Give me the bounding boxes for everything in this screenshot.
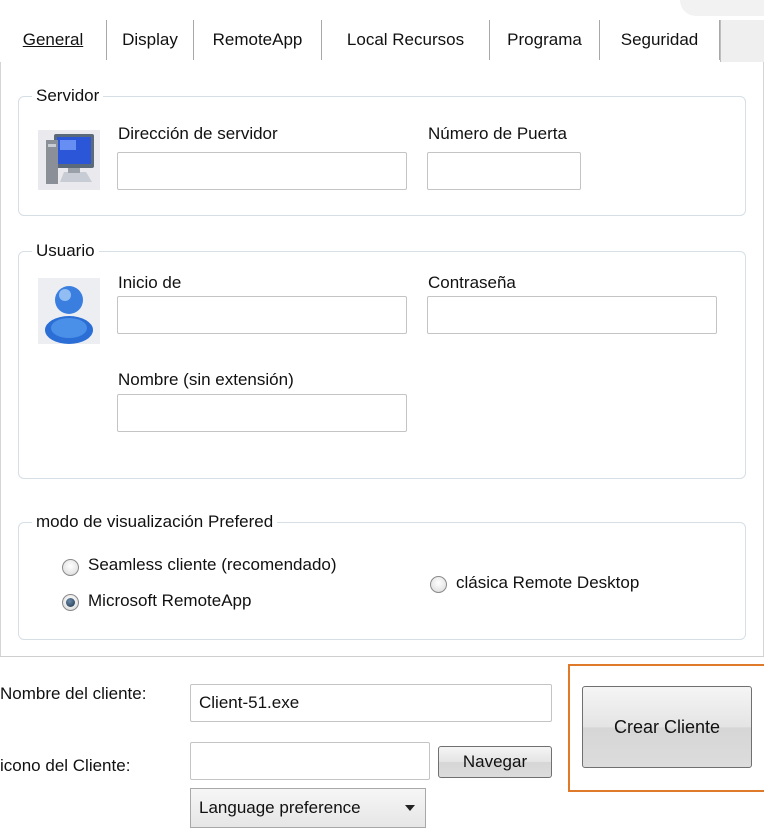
browse-button[interactable]: Navegar (438, 746, 552, 778)
client-name-label: Nombre del cliente: (0, 684, 147, 703)
user-icon (38, 278, 100, 344)
window-corner (680, 0, 764, 16)
language-select-value: Language preference (199, 798, 361, 817)
tab-programa[interactable]: Programa (490, 20, 600, 60)
tab-general[interactable]: General (0, 20, 107, 60)
tab-bar: General Display RemoteApp Local Recursos… (0, 0, 764, 62)
radio-remote-desktop-label[interactable]: clásica Remote Desktop (456, 573, 639, 593)
servidor-group-title: Servidor (32, 86, 104, 106)
display-mode-group-title: modo de visualización Prefered (32, 512, 278, 532)
computer-monitor-icon (38, 130, 100, 190)
panel-border-left (0, 62, 1, 657)
panel-border-bottom (0, 656, 764, 657)
server-address-input[interactable] (117, 152, 407, 190)
client-name-input[interactable]: Client-51.exe (190, 684, 552, 722)
port-label: Número de Puerta (428, 124, 567, 143)
radio-remote-desktop[interactable] (430, 576, 447, 593)
radio-remoteapp[interactable] (62, 594, 79, 611)
server-address-label: Dirección de servidor (118, 124, 278, 143)
radio-remoteapp-label[interactable]: Microsoft RemoteApp (88, 591, 251, 611)
tab-local-recursos[interactable]: Local Recursos (322, 20, 490, 60)
tab-remoteapp[interactable]: RemoteApp (194, 20, 322, 60)
login-input[interactable] (117, 296, 407, 334)
tab-seguridad[interactable]: Seguridad (600, 20, 720, 60)
password-label: Contraseña (428, 273, 516, 292)
user-name-input[interactable] (117, 394, 407, 432)
usuario-group-title: Usuario (32, 241, 99, 261)
create-client-button[interactable]: Crear Cliente (582, 686, 752, 768)
password-input[interactable] (427, 296, 717, 334)
user-name-label: Nombre (sin extensión) (118, 370, 294, 389)
language-select[interactable]: Language preference (190, 788, 426, 828)
client-icon-label: icono del Cliente: (0, 756, 131, 775)
tab-strip-empty (720, 20, 764, 62)
login-label: Inicio de (118, 273, 182, 292)
chevron-down-icon (405, 805, 415, 811)
radio-seamless-label[interactable]: Seamless cliente (recomendado) (88, 555, 337, 575)
client-icon-input[interactable] (190, 742, 430, 780)
tab-display[interactable]: Display (107, 20, 194, 60)
radio-seamless[interactable] (62, 559, 79, 576)
port-input[interactable] (427, 152, 581, 190)
